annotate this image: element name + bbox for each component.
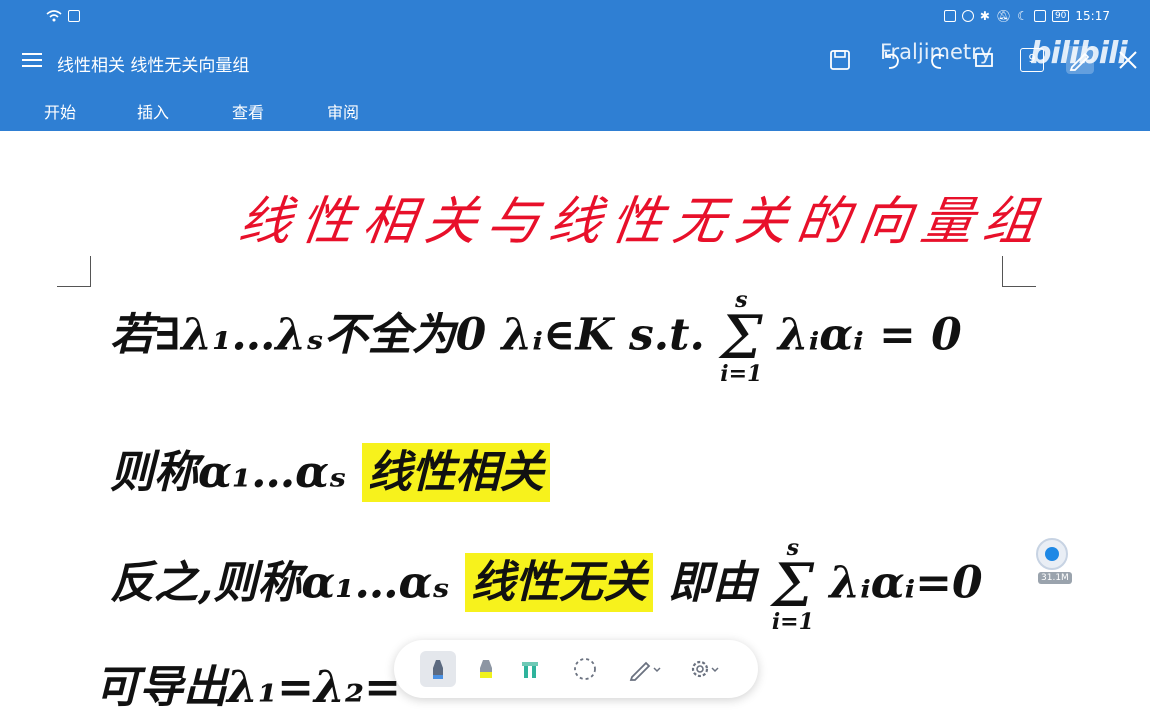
summation-2: s Σ i=1 bbox=[771, 537, 815, 635]
handwritten-title: 线性相关与线性无关的向量组 bbox=[235, 192, 1050, 252]
status-right: ✱ 🔕︎ ☾ 90 15:17 bbox=[943, 9, 1110, 23]
watermark-logo: bilibili bbox=[1030, 36, 1128, 71]
handwritten-line-2: 则称α₁…αₛ 线性相关 bbox=[110, 436, 550, 502]
notification-icon bbox=[68, 10, 80, 22]
lasso-tool-button[interactable] bbox=[570, 654, 600, 684]
line1-after: λᵢαᵢ = 0 bbox=[777, 309, 962, 361]
pen-icon bbox=[433, 660, 443, 679]
line3-after: 即由 bbox=[668, 557, 757, 609]
menu-button[interactable] bbox=[22, 50, 42, 70]
eraser-icon bbox=[522, 662, 538, 678]
clock: 15:17 bbox=[1075, 9, 1110, 23]
lasso-icon bbox=[574, 658, 596, 680]
wifi-icon bbox=[46, 10, 62, 22]
battery-indicator: 90 bbox=[1051, 10, 1070, 22]
cast-icon bbox=[943, 10, 956, 22]
watermark-text: Fraljimetry bbox=[880, 40, 993, 64]
save-icon[interactable] bbox=[828, 48, 852, 72]
sum2-bottom: i=1 bbox=[771, 608, 814, 635]
screen-record-button[interactable] bbox=[1036, 538, 1068, 570]
highlight-linear-independent: 线性无关 bbox=[465, 553, 653, 613]
bluetooth-icon: ✱ bbox=[979, 9, 990, 23]
status-left bbox=[46, 10, 80, 22]
summation-1: s Σ i=1 bbox=[720, 289, 763, 387]
settings-tool-button[interactable] bbox=[686, 654, 726, 684]
ribbon-tab-bar: 开始 插入 查看 审阅 bbox=[0, 86, 1150, 131]
line1-text: 若∃λ₁…λₛ不全为0 λᵢ∈K s.t. bbox=[110, 309, 705, 361]
handwritten-line-1: 若∃λ₁…λₛ不全为0 λᵢ∈K s.t. s Σ i=1 λᵢαᵢ = 0 bbox=[110, 289, 962, 387]
tab-review[interactable]: 审阅 bbox=[327, 99, 359, 123]
vibrate-icon bbox=[1033, 10, 1046, 22]
margin-corner-left bbox=[57, 256, 91, 287]
status-bar: ✱ 🔕︎ ☾ 90 15:17 bbox=[0, 0, 1150, 36]
pencil-icon bbox=[629, 661, 661, 681]
highlighter-tool-button[interactable] bbox=[471, 654, 501, 684]
title-bar: 线性相关 线性无关向量组 9 Fraljimetry bilibili bbox=[0, 36, 1150, 86]
pen-tool-button[interactable] bbox=[420, 651, 456, 687]
gear-icon bbox=[691, 660, 719, 678]
line3-text: 反之,则称α₁…αₛ bbox=[110, 557, 450, 609]
document-title: 线性相关 线性无关向量组 bbox=[57, 56, 250, 76]
tab-insert[interactable]: 插入 bbox=[137, 99, 169, 123]
pencil-options-button[interactable] bbox=[626, 654, 666, 684]
document-canvas[interactable]: 线性相关与线性无关的向量组 若∃λ₁…λₛ不全为0 λᵢ∈K s.t. s Σ … bbox=[0, 131, 1150, 720]
line3-tail: λᵢαᵢ=0 bbox=[829, 557, 983, 609]
eraser-tool-button[interactable] bbox=[515, 654, 545, 684]
sigma-symbol: Σ bbox=[771, 550, 815, 621]
sum1-bottom: i=1 bbox=[720, 360, 763, 387]
eye-icon bbox=[961, 10, 974, 22]
line2-text: 则称α₁…αₛ bbox=[110, 447, 347, 498]
handwritten-line-3: 反之,则称α₁…αₛ 线性无关 即由 s Σ i=1 λᵢαᵢ=0 bbox=[110, 537, 983, 635]
handwritten-line-4: 可导出λ₁=λ₂= bbox=[95, 662, 401, 713]
recording-size-label: 31.1M bbox=[1038, 572, 1072, 584]
moon-icon: ☾ bbox=[1017, 9, 1028, 23]
pen-toolbar bbox=[394, 640, 758, 698]
mute-icon: 🔕︎ bbox=[995, 9, 1012, 23]
highlight-linear-dependent: 线性相关 bbox=[361, 443, 550, 502]
sigma-symbol: Σ bbox=[720, 302, 763, 373]
tab-view[interactable]: 查看 bbox=[232, 99, 264, 123]
margin-corner-right bbox=[1002, 256, 1036, 287]
tab-home[interactable]: 开始 bbox=[44, 99, 76, 123]
highlighter-icon bbox=[480, 660, 492, 678]
